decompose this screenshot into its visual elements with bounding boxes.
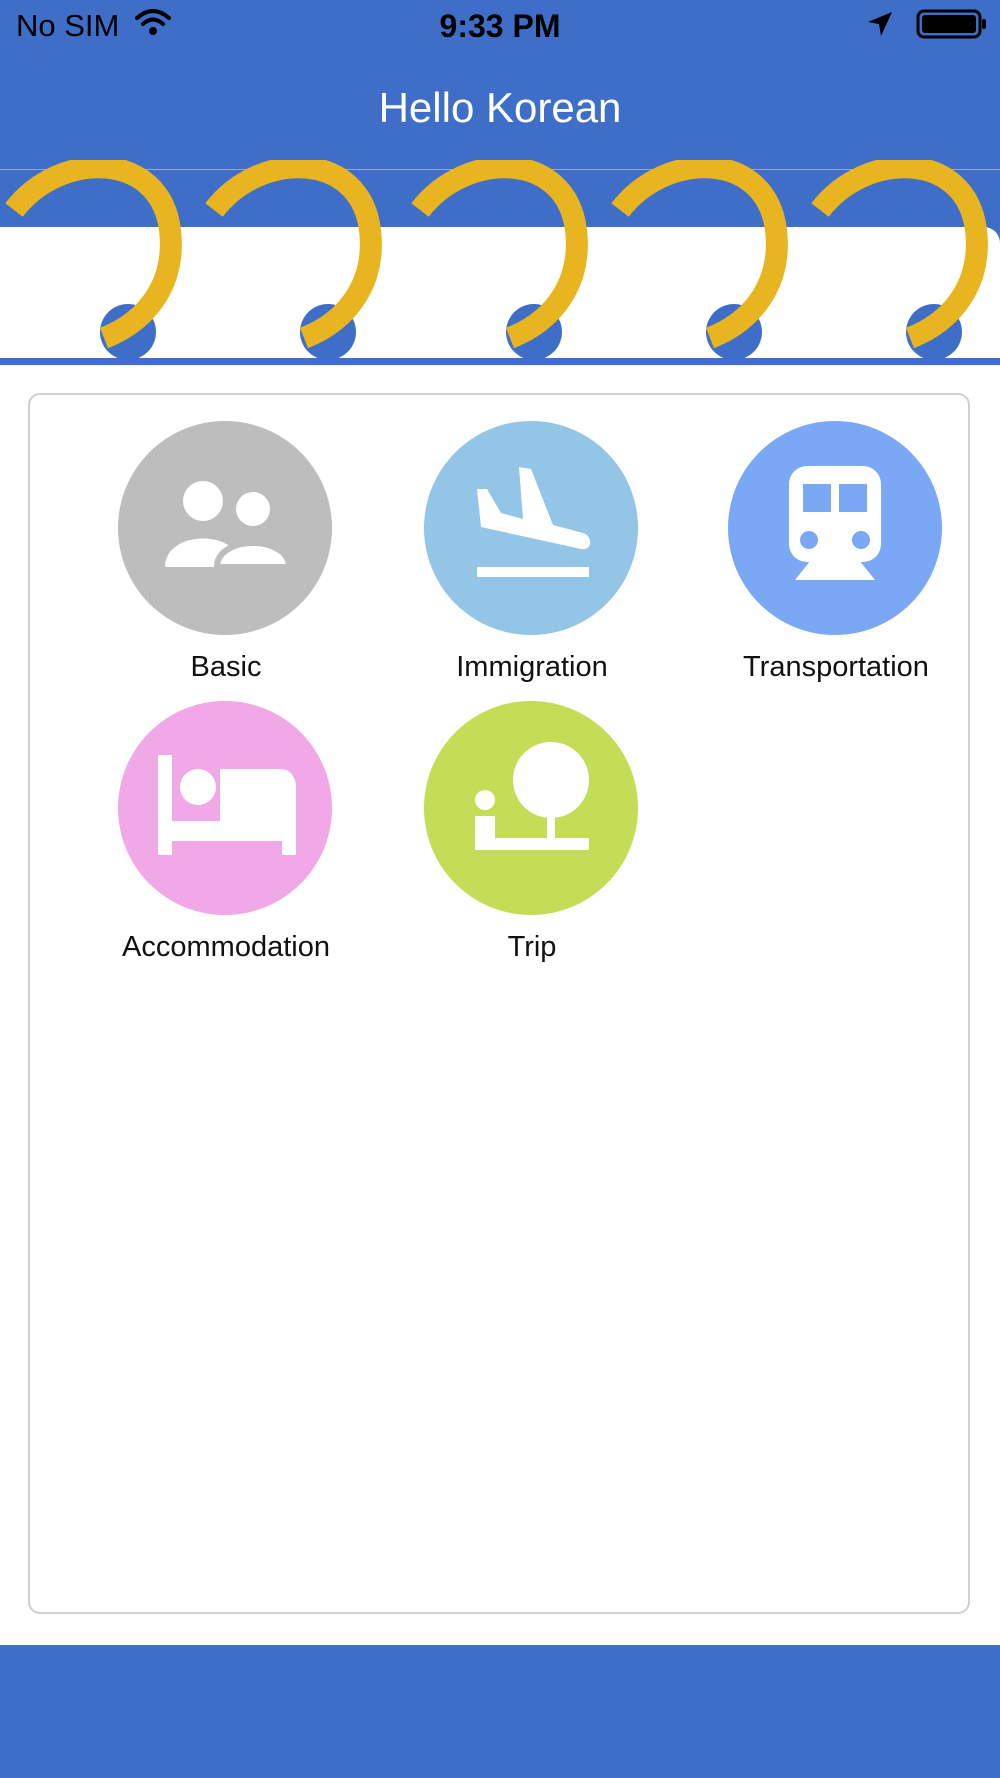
location-arrow-icon (866, 10, 894, 43)
category-label: Accommodation (122, 931, 330, 963)
category-label: Basic (190, 651, 262, 683)
notebook-rings (5, 160, 988, 360)
category-circle (424, 701, 638, 915)
battery-icon (916, 8, 988, 45)
category-label: Immigration (456, 651, 608, 683)
notebook-ring (611, 160, 788, 360)
status-bar: No SIM 9:33 PM (0, 0, 1000, 56)
category-card: Basic Immigration Transportation Accommo… (28, 393, 970, 1614)
category-label: Transportation (743, 651, 929, 683)
plane-arrival-icon (461, 461, 601, 596)
bed-icon (150, 751, 300, 866)
status-right (866, 8, 988, 45)
category-circle (118, 421, 332, 635)
status-time: 9:33 PM (439, 8, 561, 44)
people-icon (155, 471, 295, 586)
category-circle (118, 701, 332, 915)
category-circle (424, 421, 638, 635)
notebook-ring (205, 160, 382, 360)
category-label: Trip (507, 931, 557, 963)
top-bar: No SIM 9:33 PM Hello Korean (0, 0, 1000, 169)
category-transportation[interactable]: Transportation (676, 421, 956, 683)
category-accommodation[interactable]: Accommodation (66, 701, 346, 963)
category-immigration[interactable]: Immigration (372, 421, 652, 683)
page-title: Hello Korean (378, 84, 622, 131)
bottom-bar (0, 1645, 1000, 1778)
notebook-ring (411, 160, 588, 360)
category-basic[interactable]: Basic (66, 421, 346, 683)
park-icon (461, 736, 601, 881)
notebook-ring (811, 160, 988, 360)
category-trip[interactable]: Trip (372, 701, 652, 963)
train-icon (775, 456, 895, 601)
notebook-ring (5, 160, 182, 360)
category-circle (728, 421, 942, 635)
